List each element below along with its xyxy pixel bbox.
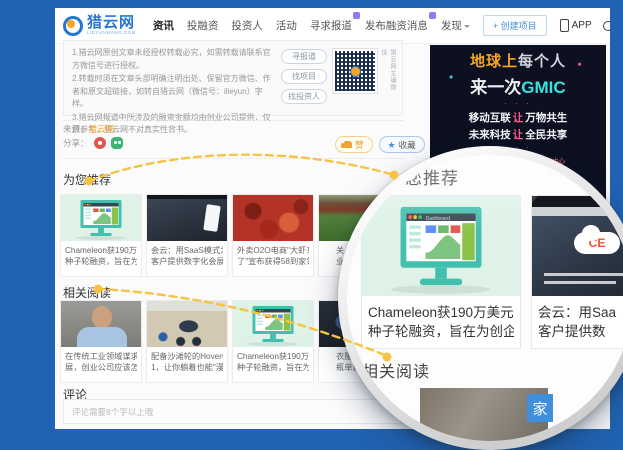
magnified-related-title: 相关阅读 xyxy=(362,358,430,382)
nav-item-publish-funding[interactable]: 发布融资消息 xyxy=(365,18,428,33)
disclaimer-text: 1.猎云网原创文章未经授权转载必究，如需转载请联系官方微信号进行授权。 2.转载… xyxy=(72,47,275,109)
magnified-title: Chameleon获190万美元种子轮融资，旨在为创企 xyxy=(362,296,520,348)
article-thumbnail xyxy=(147,301,227,347)
app-label: APP xyxy=(572,20,592,31)
logo-subtext: LIEYUNWANG.COM xyxy=(87,31,136,36)
share-row: 分享： xyxy=(63,137,123,149)
nav-item-investors[interactable]: 投资人 xyxy=(231,18,263,33)
find-project-button[interactable]: 找项目 xyxy=(281,69,327,84)
site-logo[interactable]: 猎云网 LIEYUNWANG.COM xyxy=(63,15,136,36)
recommend-section-title: 为您推荐 xyxy=(63,171,111,188)
article-title: Chameleon获190万美元种子轮融资，旨在为创企 xyxy=(61,241,141,276)
disclaimer-line: 2.转载时须在文章头部明确注明出处、保留官方微信、作者和原文超链接，如转自猎云网… xyxy=(72,73,275,111)
nav-item-news[interactable]: 资讯 xyxy=(153,18,174,33)
dashboard-illustration xyxy=(233,301,313,347)
source-label: 来源： xyxy=(63,124,89,134)
article-thumbnail xyxy=(61,301,141,347)
banner-dots: · · · xyxy=(430,100,606,108)
browser-bar xyxy=(532,196,623,207)
banner-line1: 每个人 xyxy=(518,53,566,70)
magnified-card-huiyun: CE 会云 会云：用Saa客户提供数 xyxy=(531,195,623,349)
qr-caption: 猎云网主编微信 xyxy=(379,49,397,93)
lieyun-logo-icon xyxy=(63,16,83,36)
nav-label: 寻求报道 xyxy=(310,20,352,32)
find-investor-button[interactable]: 找投资人 xyxy=(281,89,327,104)
banner-line3-accent: 让 xyxy=(513,112,524,124)
like-label: 赞 xyxy=(355,139,364,151)
nav-item-events[interactable]: 活动 xyxy=(276,18,297,33)
banner-line2-gmic: GMIC xyxy=(521,78,565,97)
dashboard-illustration xyxy=(61,195,141,241)
banner-line2: 来一次 xyxy=(470,78,521,97)
article-title: 外卖O2O电商"大虾来了"宣布获得58到家领投3 xyxy=(233,241,313,276)
article-card-chameleon[interactable]: Chameleon获190万美元种子轮融资，旨在为创企 xyxy=(60,194,142,277)
seek-report-button[interactable]: 寻报道 xyxy=(281,49,327,64)
disclaimer-line: 1.猎云网原创文章未经授权转载必究，如需转载请联系官方微信号进行授权。 xyxy=(72,47,275,72)
search-icon[interactable] xyxy=(603,21,610,31)
chevron-down-icon xyxy=(464,25,470,31)
article-card-chameleon-2[interactable]: Chameleon获190万美元种子轮融资，旨在为创企 xyxy=(232,300,314,383)
article-card-hovercar[interactable]: 配备沙滩轮的HoverCar1，让你躺着也能"漫步"沙 xyxy=(146,300,228,383)
thumbs-up-icon xyxy=(344,141,352,148)
banner-line4b: 全民共享 xyxy=(525,129,567,141)
weibo-share-icon[interactable] xyxy=(94,137,106,149)
article-card-industry[interactable]: 在传统工业领域谋求发展，创业公司应该怎么 xyxy=(60,300,142,383)
magnified-blue-badge: 家 xyxy=(527,394,553,422)
banner-line3b: 万物共生 xyxy=(525,112,567,124)
caption-line xyxy=(544,273,623,276)
nav-item-investment[interactable]: 投融资 xyxy=(187,18,219,33)
favorite-label: 收藏 xyxy=(399,139,416,151)
magnifier-content: 为您推荐 Dashboard Chameleon获19 xyxy=(347,155,623,441)
huiyun-cloud-logo: CE xyxy=(574,232,620,254)
divider xyxy=(63,120,403,121)
banner-line4-accent: 让 xyxy=(513,129,524,141)
magnified-thumbnail: Dashboard xyxy=(362,196,520,296)
divider xyxy=(63,158,403,159)
banner-line1-highlight: 地球上 xyxy=(470,53,518,70)
magnified-recommend-title: 为您推荐 xyxy=(387,164,459,189)
phone-icon xyxy=(560,19,569,32)
article-thumbnail xyxy=(233,195,313,241)
new-badge xyxy=(353,12,360,19)
create-project-button[interactable]: + 创建项目 xyxy=(483,15,547,36)
article-card-huiyun[interactable]: 会云：用SaaS模式为大客户提供数字化会展互动 xyxy=(146,194,228,277)
magnified-title: 会云：用Saa客户提供数 xyxy=(532,296,623,348)
dashboard-illustration: Dashboard xyxy=(362,196,520,296)
nav-label: 发现 xyxy=(441,20,462,32)
svg-text:Dashboard: Dashboard xyxy=(426,216,450,222)
like-button[interactable]: 赞 xyxy=(335,136,373,153)
article-disclaimer-box: 1.猎云网原创文章未经授权转载必究，如需转载请联系官方微信号进行授权。 2.转载… xyxy=(63,40,403,116)
nav-label: 发布融资消息 xyxy=(365,20,428,32)
banner-line4: 未来科技 xyxy=(469,129,511,141)
article-title: 配备沙滩轮的HoverCar1，让你躺着也能"漫步"沙 xyxy=(147,347,227,382)
article-title: Chameleon获190万美元种子轮融资，旨在为创企 xyxy=(233,347,313,382)
article-thumbnail xyxy=(61,195,141,241)
caption-line xyxy=(544,281,616,284)
toolbar-strip xyxy=(532,207,623,216)
article-title: 在传统工业领域谋求发展，创业公司应该怎么 xyxy=(61,347,141,382)
magnifier-glass: 为您推荐 Dashboard Chameleon获19 xyxy=(338,146,623,450)
wechat-qr-code xyxy=(333,49,377,93)
wechat-share-icon[interactable] xyxy=(111,137,123,149)
favorite-button[interactable]: ★收藏 xyxy=(379,136,425,153)
star-icon: ★ xyxy=(388,141,396,149)
logo-text: 猎云网 xyxy=(87,15,136,30)
banner-line3: 移动互联 xyxy=(469,112,511,124)
article-thumbnail xyxy=(233,301,313,347)
magnified-thumbnail: CE 会云 xyxy=(532,196,623,296)
related-section-title: 相关阅读 xyxy=(63,284,111,301)
app-download-link[interactable]: APP xyxy=(560,19,592,32)
article-thumbnail xyxy=(147,195,227,241)
new-badge xyxy=(429,12,436,19)
nav-item-seek-report[interactable]: 寻求报道 xyxy=(310,18,352,33)
source-row: 来源：猎云网 xyxy=(63,123,114,135)
top-navbar: 猎云网 LIEYUNWANG.COM 资讯 投融资 投资人 活动 寻求报道 发布… xyxy=(55,8,610,44)
share-label: 分享： xyxy=(63,137,89,149)
nav-item-discover[interactable]: 发现 xyxy=(441,18,470,33)
article-title: 会云：用SaaS模式为大客户提供数字化会展互动 xyxy=(147,241,227,276)
magnified-card-chameleon: Dashboard Chameleon获190万美元种子轮融资，旨在为创企 xyxy=(361,195,521,349)
source-link[interactable]: 猎云网 xyxy=(89,124,115,134)
article-card-crayfish[interactable]: 外卖O2O电商"大虾来了"宣布获得58到家领投3 xyxy=(232,194,314,277)
